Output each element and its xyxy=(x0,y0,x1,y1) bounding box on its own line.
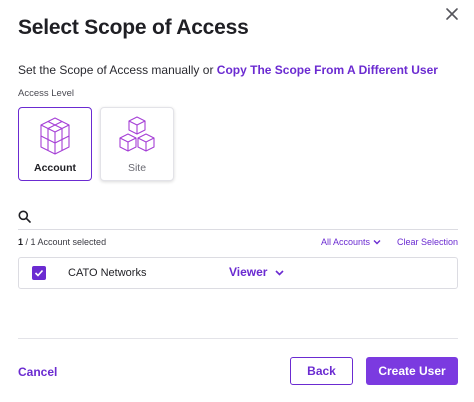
access-level-site-card[interactable]: Site xyxy=(100,107,174,181)
footer-divider xyxy=(18,338,458,339)
intro-text: Set the Scope of Access manually or Copy… xyxy=(18,63,438,77)
create-user-button[interactable]: Create User xyxy=(366,357,458,385)
site-card-label: Site xyxy=(127,162,147,174)
cubes-icon xyxy=(40,117,70,155)
selection-count: 1 / 1 Account selected xyxy=(18,237,106,247)
dialog-title: Select Scope of Access xyxy=(18,16,249,39)
clear-selection-link[interactable]: Clear Selection xyxy=(397,237,458,247)
role-label: Viewer xyxy=(229,265,268,279)
access-level-account-card[interactable]: Account xyxy=(18,107,92,181)
close-icon[interactable] xyxy=(444,6,460,22)
back-button[interactable]: Back xyxy=(290,357,353,385)
all-accounts-label: All Accounts xyxy=(320,237,370,247)
selection-summary: 1 / 1 Account selected All Accounts Clea… xyxy=(18,237,458,249)
chevron-down-icon xyxy=(373,240,381,245)
cubes-pyramid-icon xyxy=(119,116,155,152)
chevron-down-icon xyxy=(275,269,285,276)
access-level-label: Access Level xyxy=(18,88,74,99)
table-row: CATO Networks Viewer xyxy=(18,257,458,289)
search-icon xyxy=(18,210,31,223)
cancel-button[interactable]: Cancel xyxy=(18,365,57,379)
checkmark-icon xyxy=(34,269,44,277)
intro-label: Set the Scope of Access manually or xyxy=(18,63,214,77)
selection-count-text: / 1 Account selected xyxy=(23,237,107,247)
role-dropdown[interactable]: Viewer xyxy=(229,265,285,279)
account-card-label: Account xyxy=(34,162,76,174)
copy-scope-link[interactable]: Copy The Scope From A Different User xyxy=(217,63,438,77)
account-name: CATO Networks xyxy=(68,267,147,279)
search-input[interactable] xyxy=(38,208,448,228)
search-bar xyxy=(18,208,458,230)
row-checkbox[interactable] xyxy=(32,266,46,280)
all-accounts-filter[interactable]: All Accounts xyxy=(321,237,381,247)
